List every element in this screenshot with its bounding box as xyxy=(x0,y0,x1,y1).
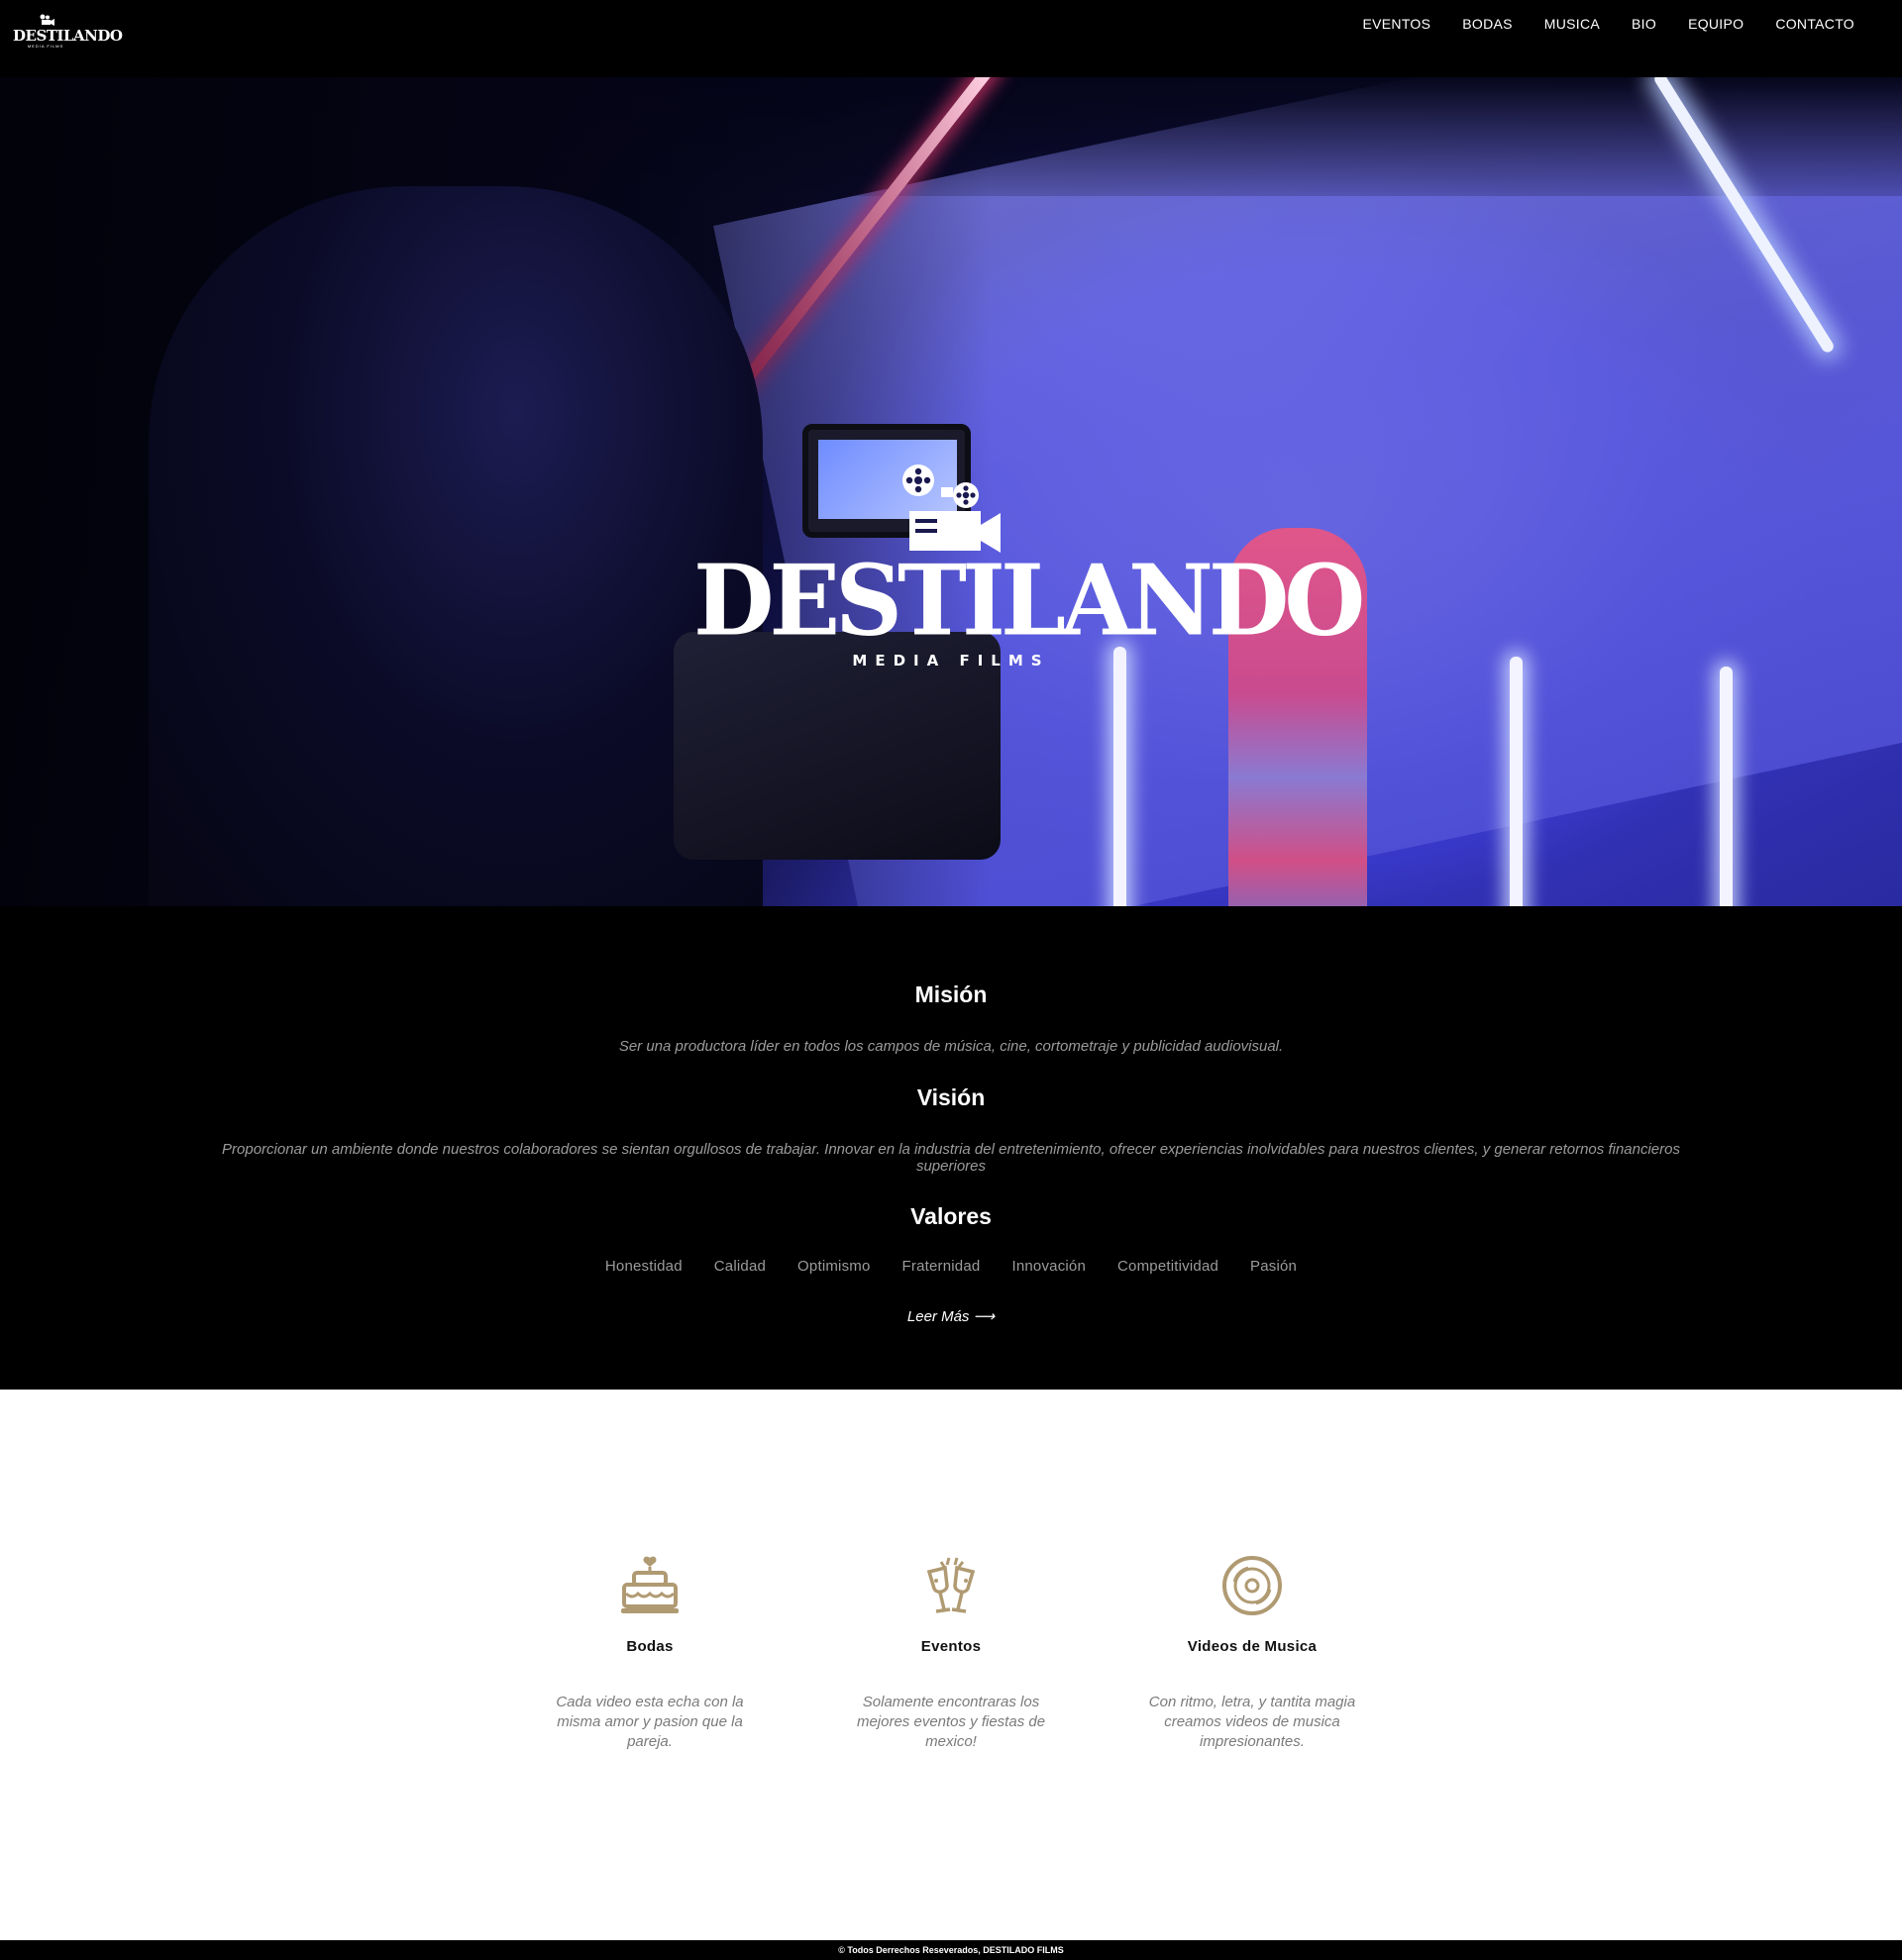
valores-heading: Valores xyxy=(910,1203,992,1229)
service-card-eventos[interactable]: Eventos Solamente encontraras los mejore… xyxy=(842,1554,1060,1752)
wedding-cake-icon xyxy=(621,1556,679,1613)
hero-floor-light-tube xyxy=(1510,657,1523,906)
main-menu: EVENTOS BODAS MUSICA BIO EQUIPO CONTACTO xyxy=(1347,16,1871,32)
value-item: Innovación xyxy=(1011,1258,1087,1275)
film-camera-icon xyxy=(40,14,54,26)
mision-heading: Misión xyxy=(914,981,988,1007)
copyright-text: © Todos Derrechos Reseverados, DESTILADO… xyxy=(838,1945,1064,1955)
hero-camera-operator xyxy=(149,186,763,906)
vision-text: Proporcionar un ambiente donde nuestros … xyxy=(222,1141,1680,1175)
service-description: Cada video esta echa con la misma amor y… xyxy=(556,1694,744,1750)
nav-link-equipo[interactable]: EQUIPO xyxy=(1672,16,1759,32)
vinyl-disc-icon xyxy=(1222,1556,1282,1615)
value-item: Optimismo xyxy=(797,1258,871,1275)
service-title: Eventos xyxy=(920,1638,982,1655)
service-card-videos-de-musica[interactable]: Videos de Musica Con ritmo, letra, y tan… xyxy=(1143,1554,1361,1752)
nav-link-bio[interactable]: BIO xyxy=(1616,16,1672,32)
champagne-toast-icon xyxy=(926,1557,976,1613)
services-section: Bodas Cada video esta echa con la misma … xyxy=(0,1390,1902,1940)
mision-text: Ser una productora líder en todos los ca… xyxy=(618,1038,1284,1055)
logo-wordmark: DESTILANDO xyxy=(13,27,123,45)
nav-link-musica[interactable]: MUSICA xyxy=(1529,16,1616,32)
service-card-bodas[interactable]: Bodas Cada video esta echa con la misma … xyxy=(541,1554,759,1752)
service-title: Videos de Musica xyxy=(1187,1638,1318,1655)
values-list: Honestidad Calidad Optimismo Fraternidad… xyxy=(0,1258,1902,1275)
value-item: Fraternidad xyxy=(901,1258,981,1275)
value-item: Honestidad xyxy=(604,1258,683,1275)
site-logo[interactable]: DESTILANDO MEDIA FILMS xyxy=(13,14,123,50)
hero-wordmark: DESTILANDO xyxy=(693,544,1365,659)
hero-floor-light-tube xyxy=(1113,647,1126,906)
value-item: Calidad xyxy=(713,1258,767,1275)
nav-link-bodas[interactable]: BODAS xyxy=(1446,16,1529,32)
top-navigation: DESTILANDO MEDIA FILMS EVENTOS BODAS MUS… xyxy=(0,0,1902,77)
logo-subtitle: MEDIA FILMS xyxy=(27,44,64,49)
service-description: Con ritmo, letra, y tantita magia creamo… xyxy=(1148,1694,1356,1750)
value-item: Competitividad xyxy=(1117,1258,1219,1275)
vision-heading: Visión xyxy=(916,1084,986,1110)
hero-floor-light-tube xyxy=(1720,667,1733,906)
service-description: Solamente encontraras los mejores evento… xyxy=(856,1694,1046,1750)
nav-link-eventos[interactable]: EVENTOS xyxy=(1347,16,1447,32)
read-more-link[interactable]: Leer Más ⟶ xyxy=(0,1307,1902,1325)
hero-banner: DESTILANDO MEDIA FILMS xyxy=(0,77,1902,906)
film-projector-icon xyxy=(902,464,1001,553)
service-title: Bodas xyxy=(626,1638,674,1655)
page-footer: © Todos Derrechos Reseverados, DESTILADO… xyxy=(0,1940,1902,1960)
nav-link-contacto[interactable]: CONTACTO xyxy=(1759,16,1870,32)
value-item: Pasión xyxy=(1250,1258,1298,1275)
hero-logo: DESTILANDO MEDIA FILMS xyxy=(693,464,1365,681)
hero-subtitle: MEDIA FILMS xyxy=(852,652,1050,670)
about-section: Misión Ser una productora líder en todos… xyxy=(0,906,1902,1390)
